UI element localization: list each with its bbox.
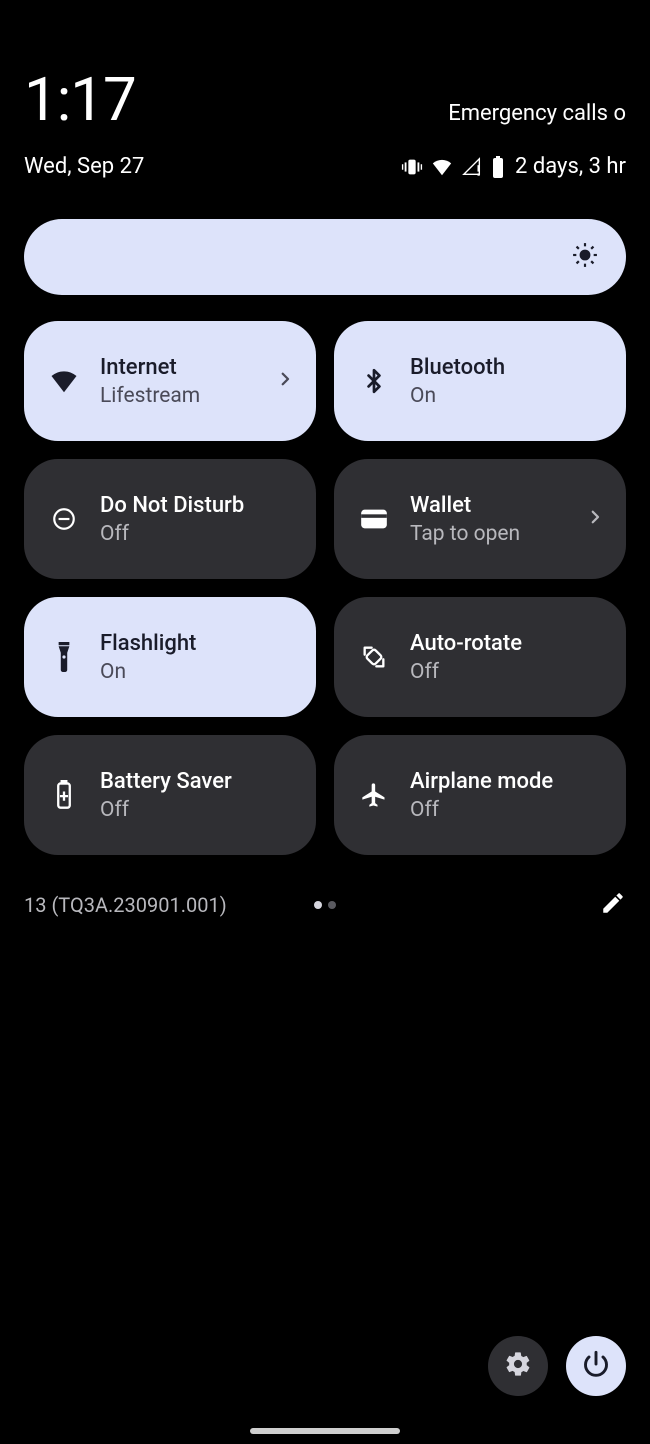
settings-button[interactable] <box>488 1336 548 1396</box>
tile-title: Battery Saver <box>100 769 294 794</box>
tile-wallet[interactable]: Wallet Tap to open <box>334 459 626 579</box>
brightness-slider[interactable] <box>24 219 626 295</box>
tile-title: Airplane mode <box>410 769 604 794</box>
tile-internet[interactable]: Internet Lifestream <box>24 321 316 441</box>
signal-alert-icon <box>461 156 483 178</box>
build-label: 13 (TQ3A.230901.001) <box>24 893 227 917</box>
pager-dot <box>314 901 322 909</box>
tile-auto-rotate[interactable]: Auto-rotate Off <box>334 597 626 717</box>
tile-do-not-disturb[interactable]: Do Not Disturb Off <box>24 459 316 579</box>
bluetooth-icon <box>356 366 392 396</box>
pager-dot <box>328 901 336 909</box>
tile-subtitle: Off <box>100 522 294 546</box>
battery-icon <box>491 156 505 178</box>
battery-status-text: 2 days, 3 hr <box>515 154 626 179</box>
tile-title: Do Not Disturb <box>100 493 294 518</box>
wifi-icon <box>46 366 82 396</box>
tile-subtitle: Off <box>410 660 604 684</box>
tile-subtitle: On <box>410 384 604 408</box>
tile-subtitle: Off <box>410 798 604 822</box>
tile-title: Wallet <box>410 493 580 518</box>
navigation-handle[interactable] <box>250 1428 400 1434</box>
page-indicator[interactable] <box>314 901 336 909</box>
tile-title: Auto-rotate <box>410 631 604 656</box>
gear-icon <box>504 1350 532 1382</box>
emergency-label: Emergency calls o <box>448 101 626 130</box>
quick-settings-grid: Internet Lifestream Bluetooth On Do Not … <box>0 321 650 855</box>
do-not-disturb-icon <box>46 506 82 532</box>
tile-subtitle: On <box>100 660 294 684</box>
tile-title: Internet <box>100 355 270 380</box>
tile-subtitle: Off <box>100 798 294 822</box>
tile-subtitle: Tap to open <box>410 522 580 546</box>
chevron-right-icon <box>276 370 294 392</box>
clock: 1:17 <box>24 70 136 130</box>
power-button[interactable] <box>566 1336 626 1396</box>
tile-bluetooth[interactable]: Bluetooth On <box>334 321 626 441</box>
wifi-icon <box>431 156 453 178</box>
wallet-icon <box>356 508 392 530</box>
date-label[interactable]: Wed, Sep 27 <box>24 154 144 179</box>
status-header: 1:17 Emergency calls o Wed, Sep 27 2 day… <box>0 0 650 179</box>
airplane-icon <box>356 781 392 809</box>
tile-title: Flashlight <box>100 631 294 656</box>
status-icons: 2 days, 3 hr <box>401 154 626 179</box>
tile-subtitle: Lifestream <box>100 384 270 408</box>
brightness-icon <box>572 242 598 272</box>
power-icon <box>582 1350 610 1382</box>
auto-rotate-icon <box>356 643 392 671</box>
tile-title: Bluetooth <box>410 355 604 380</box>
tile-flashlight[interactable]: Flashlight On <box>24 597 316 717</box>
battery-saver-icon <box>46 780 82 810</box>
flashlight-icon <box>46 642 82 672</box>
tile-airplane-mode[interactable]: Airplane mode Off <box>334 735 626 855</box>
tile-battery-saver[interactable]: Battery Saver Off <box>24 735 316 855</box>
edit-tiles-button[interactable] <box>600 890 626 920</box>
vibrate-icon <box>401 156 423 178</box>
chevron-right-icon <box>586 508 604 530</box>
